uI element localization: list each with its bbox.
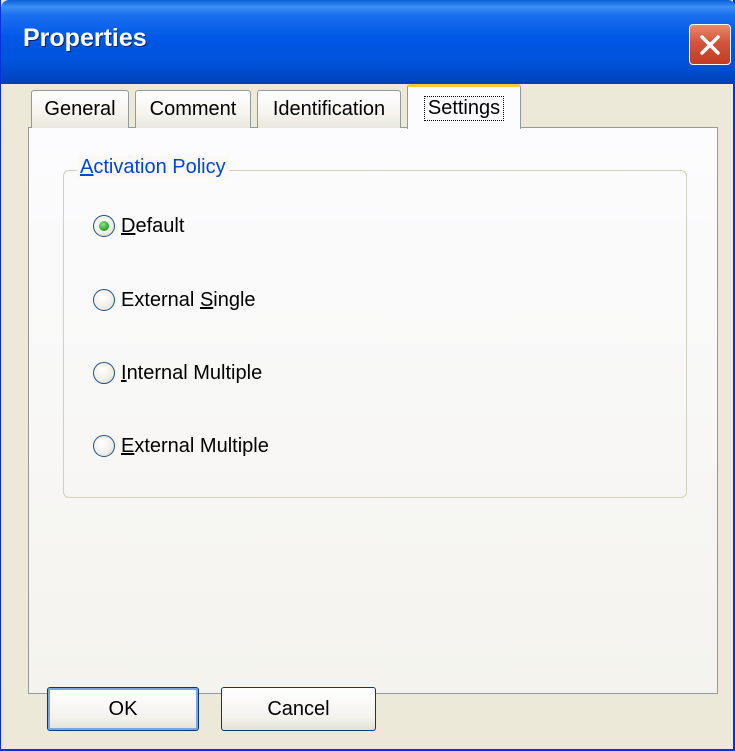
radio-button[interactable] [93, 435, 115, 457]
cancel-button[interactable]: Cancel [221, 687, 376, 731]
radio-button[interactable] [93, 289, 115, 311]
radio-button-selected[interactable] [93, 215, 115, 237]
radio-default[interactable]: Default [93, 211, 184, 241]
close-button[interactable] [689, 24, 731, 65]
radio-label-external-single: External Single [121, 288, 256, 311]
radio-internal-multiple[interactable]: Internal Multiple [93, 358, 262, 388]
group-title: Activation Policy [77, 156, 229, 179]
tab-general[interactable]: General [31, 90, 129, 128]
radio-external-single[interactable]: External Single [93, 285, 256, 315]
radio-external-multiple[interactable]: External Multiple [93, 431, 269, 461]
radio-dot [99, 221, 109, 231]
title-bar[interactable]: Properties [1, 0, 735, 84]
properties-dialog: Properties General Comment Identificatio… [0, 0, 735, 751]
window-title: Properties [23, 24, 147, 52]
radio-label-external-multiple: External Multiple [121, 434, 269, 457]
radio-label-default: Default [121, 214, 185, 237]
tab-settings[interactable]: Settings [407, 84, 521, 129]
tab-identification[interactable]: Identification [257, 90, 401, 128]
close-icon [700, 34, 720, 55]
tab-comment[interactable]: Comment [135, 90, 251, 128]
radio-label-internal-multiple: Internal Multiple [121, 361, 263, 384]
ok-button[interactable]: OK [47, 687, 199, 731]
radio-button[interactable] [93, 362, 115, 384]
